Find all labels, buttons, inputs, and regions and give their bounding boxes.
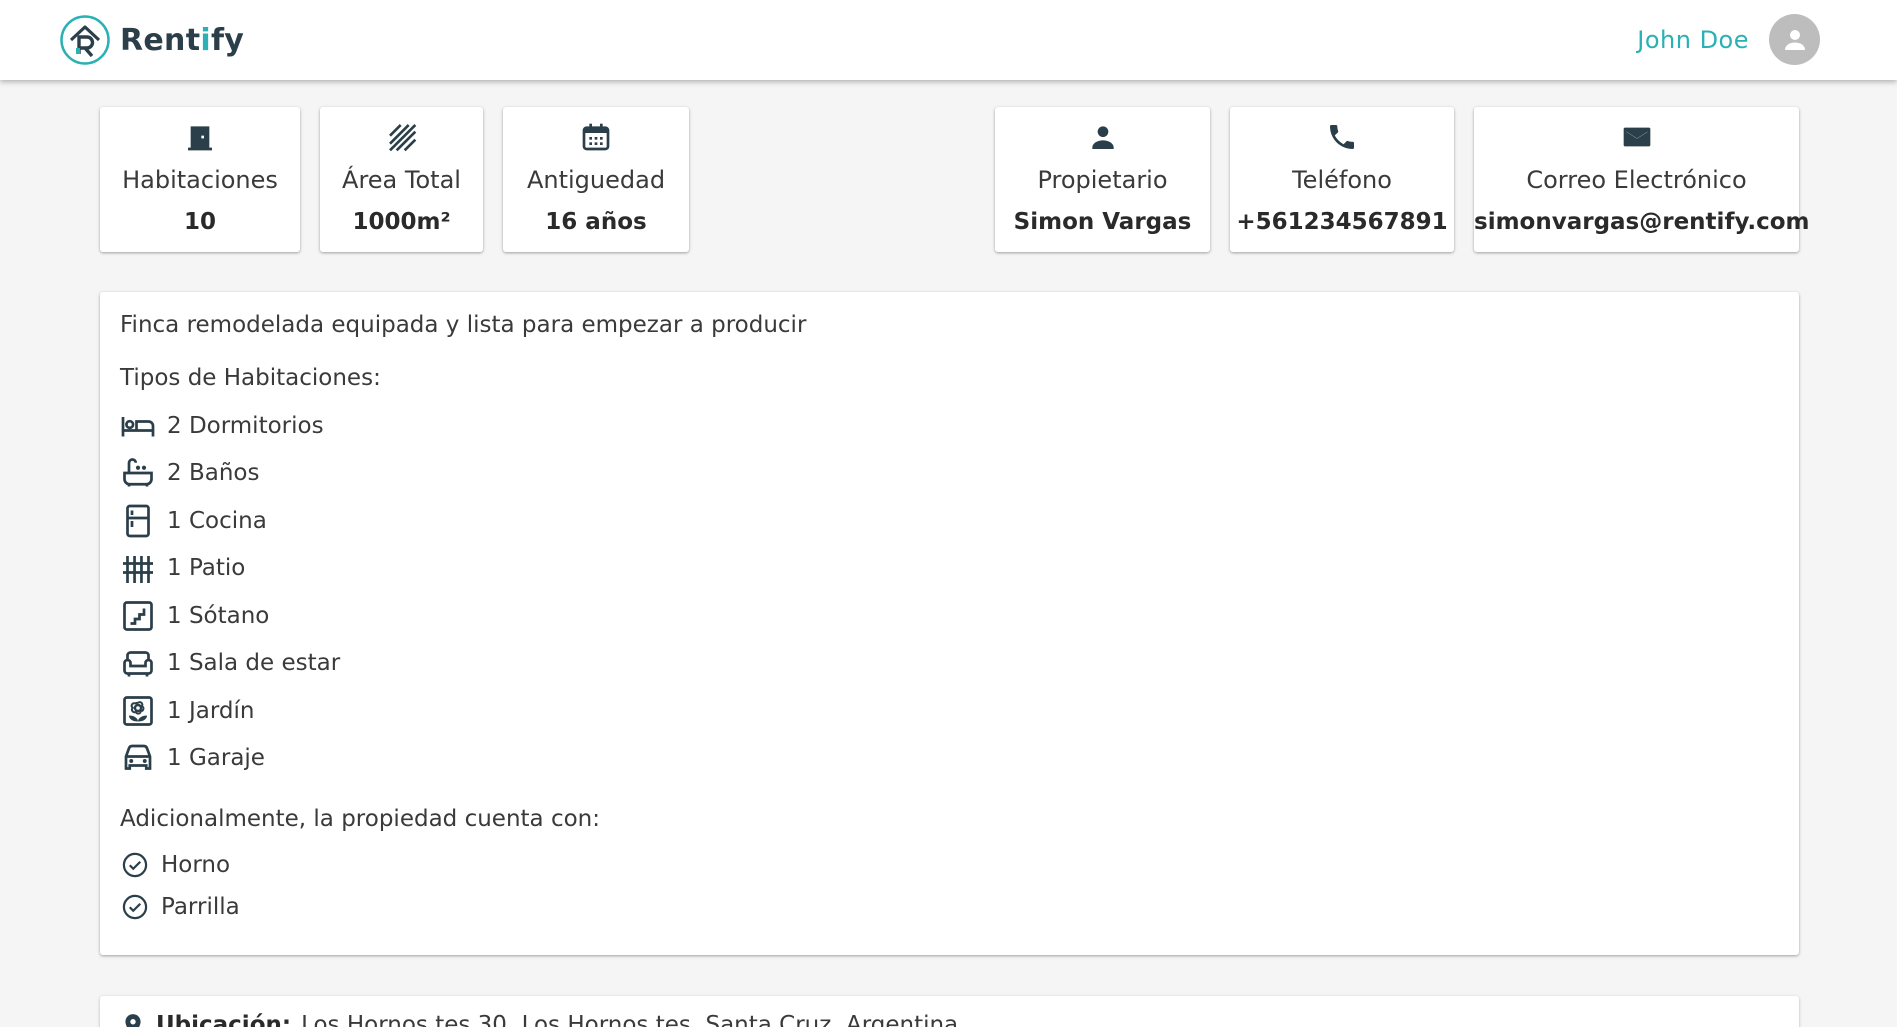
garden-icon (123, 696, 153, 726)
calendar-icon (582, 123, 610, 151)
room-label: 2 Dormitorios (167, 413, 324, 439)
room-label: 1 Jardín (167, 698, 255, 724)
fence-icon (123, 556, 153, 583)
mail-icon (1623, 127, 1650, 147)
location-label: Ubicación: (156, 1012, 292, 1027)
brand-name: Rentify (120, 22, 245, 58)
car-icon (124, 744, 152, 770)
room-item: 1 Jardín (120, 693, 254, 729)
extras-title: Adicionalmente, la propiedad cuenta con: (120, 806, 600, 832)
stat-card-age: Antiguedad 16 años (503, 107, 689, 252)
door-icon (188, 126, 212, 151)
room-item: 1 Garaje (120, 740, 265, 776)
extra-item: Parrilla (121, 892, 240, 922)
room-item: 1 Cocina (120, 503, 267, 539)
phone-card: Teléfono +561234567891 (1230, 107, 1454, 252)
fridge-icon (126, 504, 150, 538)
room-item: 1 Sótano (120, 598, 269, 634)
property-description: Finca remodelada equipada y lista para e… (120, 312, 807, 338)
stat-card-area: Área Total 1000m² (320, 107, 483, 252)
room-label: 1 Sala de estar (167, 650, 341, 676)
email-address[interactable]: simonvargas@rentify.com (1474, 209, 1809, 235)
house-logo-icon (60, 15, 110, 65)
owner-label: Propietario (1037, 166, 1168, 194)
phone-number[interactable]: +561234567891 (1230, 209, 1454, 235)
account-icon (1784, 29, 1805, 50)
room-item: 2 Baños (120, 455, 259, 491)
check-circle-icon (122, 852, 148, 878)
stat-value: 16 años (545, 209, 647, 235)
property-details-panel: Finca remodelada equipada y lista para e… (100, 292, 1799, 955)
email-label: Correo Electrónico (1526, 166, 1747, 194)
stairs-icon (123, 601, 153, 631)
owner-name: Simon Vargas (1013, 209, 1192, 235)
stat-label: Área Total (342, 166, 461, 194)
avatar[interactable] (1769, 14, 1820, 65)
extra-label: Horno (161, 852, 231, 878)
stat-card-rooms: Habitaciones 10 (100, 107, 300, 252)
location-address: Los Hornos tes 30, Los Hornos tes, Santa… (301, 1012, 959, 1027)
room-item: 1 Sala de estar (120, 645, 340, 681)
room-label: 1 Patio (167, 555, 246, 581)
bathtub-icon (123, 458, 153, 487)
stat-label: Habitaciones (122, 166, 278, 194)
user-menu[interactable]: John Doe (1637, 14, 1820, 65)
room-label: 2 Baños (167, 460, 260, 486)
stat-value: 10 (183, 209, 216, 235)
location-pin-icon (125, 1014, 141, 1027)
texture-icon (388, 124, 416, 152)
stat-label: Antiguedad (526, 166, 666, 194)
room-label: 1 Cocina (167, 508, 267, 534)
room-item: 2 Dormitorios (120, 408, 324, 444)
stat-value: 1000m² (352, 209, 451, 235)
bed-icon (121, 417, 155, 437)
email-card: Correo Electrónico simonvargas@rentify.c… (1474, 107, 1809, 252)
room-label: 1 Sótano (167, 603, 270, 629)
sofa-icon (123, 651, 153, 677)
person-icon (1091, 126, 1114, 149)
user-name[interactable]: John Doe (1637, 26, 1749, 54)
brand-logo[interactable]: Rentify (59, 14, 244, 66)
phone-label: Teléfono (1292, 166, 1392, 194)
room-item: 1 Patio (120, 550, 245, 586)
room-label: 1 Garaje (167, 745, 265, 771)
owner-card: Propietario Simon Vargas (995, 107, 1210, 252)
extra-item: Horno (121, 850, 230, 880)
location-panel: Ubicación: Los Hornos tes 30, Los Hornos… (100, 996, 1799, 1027)
phone-icon (1330, 125, 1354, 149)
check-circle-icon (122, 894, 148, 920)
app-header: Rentify John Doe (0, 0, 1897, 80)
room-types-title: Tipos de Habitaciones: (120, 365, 381, 391)
extra-label: Parrilla (161, 894, 240, 920)
